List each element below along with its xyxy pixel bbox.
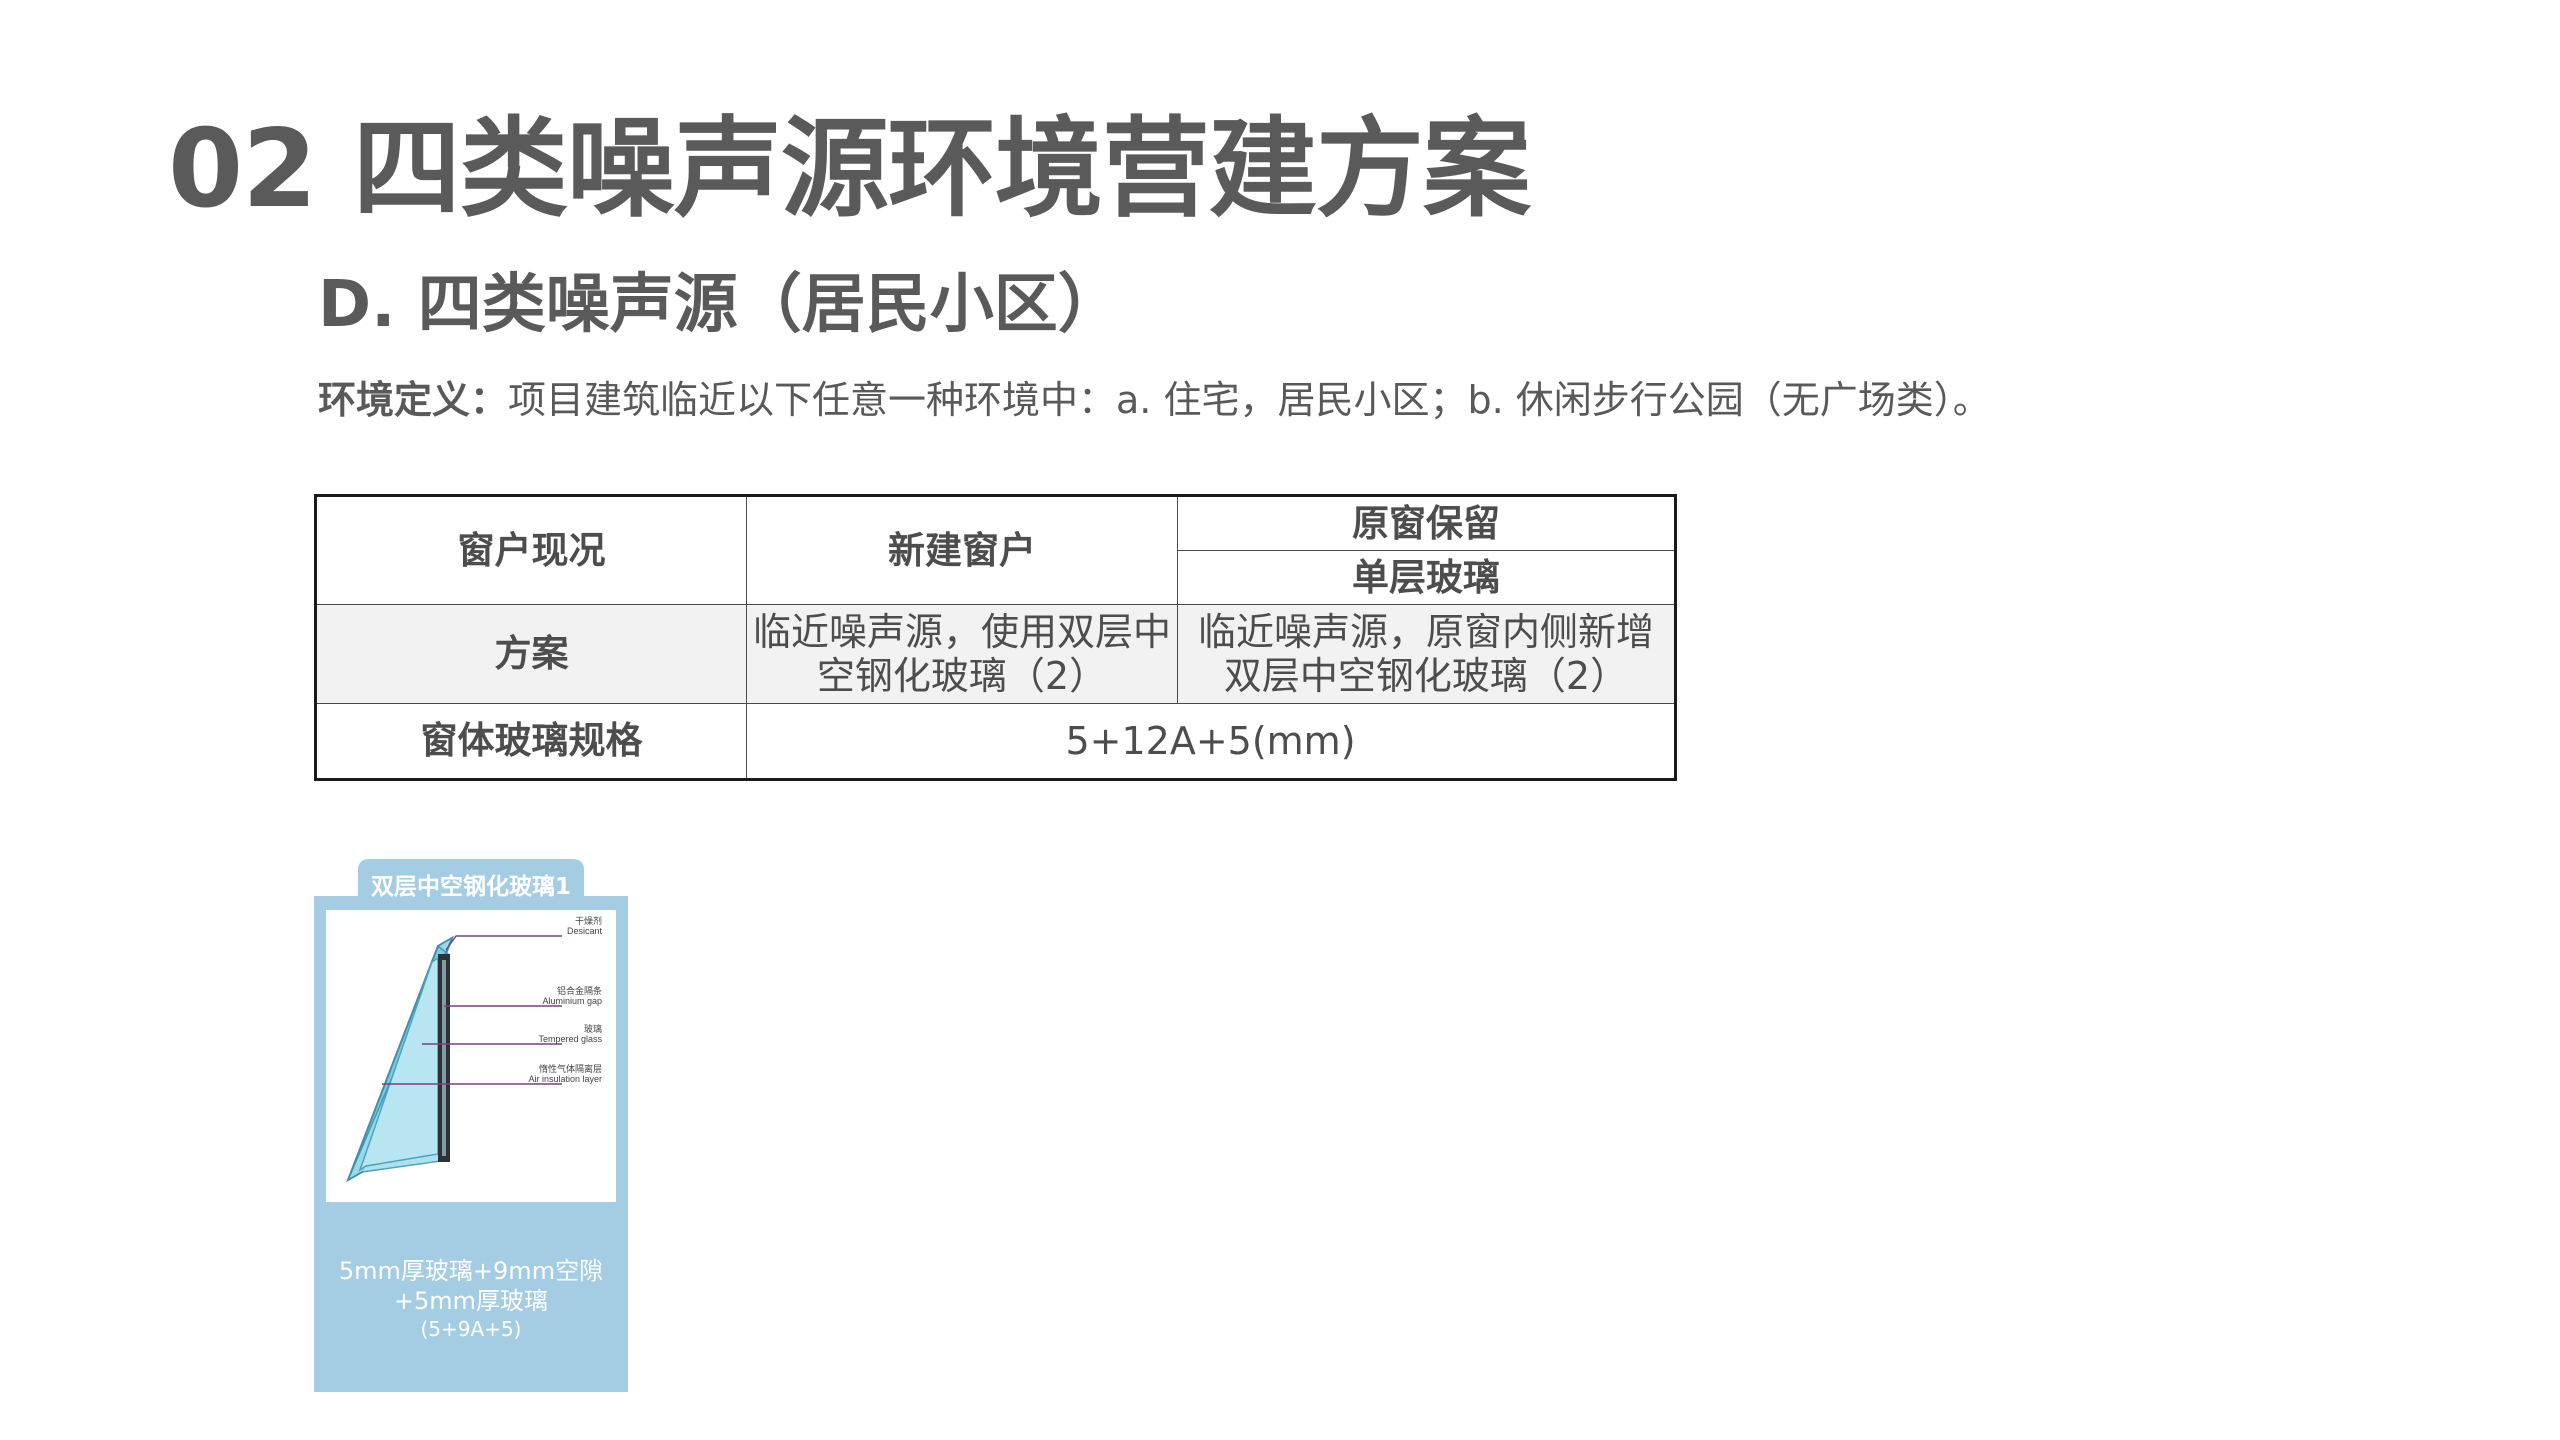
label-aluminum-en: Aluminium gap	[542, 996, 602, 1006]
plan-label: 方案	[315, 604, 747, 704]
environment-definition: 环境定义：项目建筑临近以下任意一种环境中：a. 住宅，居民小区；b. 休闲步行公…	[318, 372, 1991, 428]
header-window-status: 窗户现况	[315, 495, 747, 605]
glass-card-caption: 5mm厚玻璃+9mm空隙 +5mm厚玻璃 (5+9A+5)	[314, 1256, 628, 1342]
label-aluminum-cn: 铝合金隔条	[557, 985, 602, 996]
definition-text: 项目建筑临近以下任意一种环境中：a. 住宅，居民小区；b. 休闲步行公园（无广场…	[508, 378, 1991, 422]
label-air-en: Air insulation layer	[528, 1074, 602, 1084]
spacer-core-shape	[442, 960, 446, 1156]
glass-card-tab: 双层中空钢化玻璃1	[358, 859, 584, 915]
label-desiccant-cn: 干燥剂	[575, 915, 602, 926]
section-title: D. 四类噪声源（居民小区）	[318, 268, 1122, 342]
spec-label: 窗体玻璃规格	[315, 703, 747, 780]
definition-label: 环境定义：	[318, 378, 509, 422]
plan-new-window: 临近噪声源，使用双层中空钢化玻璃（2）	[746, 604, 1178, 704]
header-new-window: 新建窗户	[746, 495, 1178, 605]
header-keep-original: 原窗保留	[1177, 495, 1676, 551]
caption-line-2: +5mm厚玻璃	[393, 1287, 549, 1315]
header-single-glass: 单层玻璃	[1177, 550, 1676, 605]
caption-line-3: (5+9A+5)	[420, 1317, 522, 1341]
slide-title: 02 四类噪声源环境营建方案	[168, 107, 1531, 232]
leader-desiccant	[445, 935, 562, 951]
table-row-spec: 窗体玻璃规格 5+12A+5(mm)	[315, 703, 1676, 780]
table-row-plan: 方案 临近噪声源，使用双层中空钢化玻璃（2） 临近噪声源，原窗内侧新增双层中空钢…	[315, 604, 1676, 704]
label-air-cn: 惰性气体隔离层	[539, 1063, 602, 1074]
plan-keep-window: 临近噪声源，原窗内侧新增双层中空钢化玻璃（2）	[1177, 604, 1676, 704]
label-desiccant-en: Desicant	[567, 926, 603, 936]
inner-pane-shape	[358, 956, 439, 1172]
glass-cross-section-icon: 干燥剂 Desicant 铝合金隔条 Aluminium gap 玻璃 Temp…	[346, 915, 603, 1183]
label-tempered-en: Tempered glass	[538, 1034, 602, 1044]
caption-line-1: 5mm厚玻璃+9mm空隙	[338, 1257, 604, 1285]
window-spec-table: 窗户现况 新建窗户 原窗保留 单层玻璃 方案 临近噪声源，使用双层中空钢化玻璃（…	[314, 494, 1677, 781]
label-tempered-cn: 玻璃	[584, 1023, 602, 1034]
spec-value: 5+12A+5(mm)	[746, 703, 1676, 780]
table-header-row: 窗户现况 新建窗户 原窗保留	[315, 495, 1676, 605]
insulated-glass-diagram: 干燥剂 Desicant 铝合金隔条 Aluminium gap 玻璃 Temp…	[326, 910, 616, 1202]
glass-product-card: 双层中空钢化玻璃1 干燥剂 Desicant 铝合金隔条 Aluminium g…	[314, 859, 628, 1392]
